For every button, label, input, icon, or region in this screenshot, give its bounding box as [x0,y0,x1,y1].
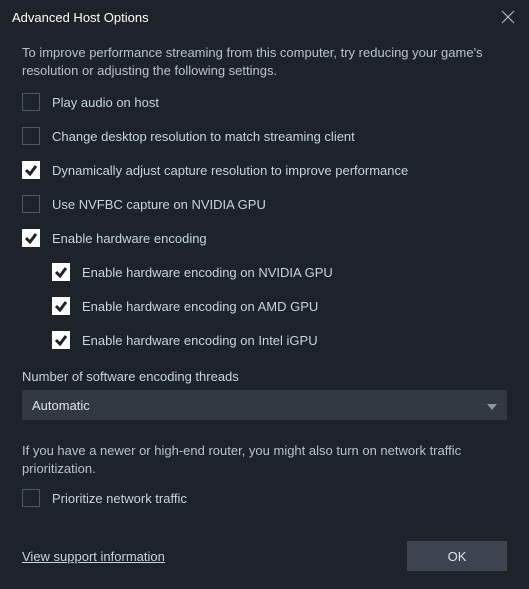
check-icon [24,163,38,177]
checkbox-change-resolution[interactable] [22,127,40,145]
dialog-title: Advanced Host Options [12,10,149,25]
label-change-resolution: Change desktop resolution to match strea… [52,129,355,144]
check-icon [54,333,68,347]
label-hw-nvidia: Enable hardware encoding on NVIDIA GPU [82,265,333,280]
router-note: If you have a newer or high-end router, … [22,442,507,477]
label-prioritize-traffic: Prioritize network traffic [52,491,187,506]
label-hw-intel: Enable hardware encoding on Intel iGPU [82,333,318,348]
checkbox-hw-amd[interactable] [52,297,70,315]
dialog-content: To improve performance streaming from th… [0,30,529,589]
check-icon [24,231,38,245]
check-icon [54,299,68,313]
checkbox-prioritize-traffic[interactable] [22,489,40,507]
dialog-footer: View support information OK [22,541,507,577]
checkbox-dynamic-adjust[interactable] [22,161,40,179]
label-play-audio: Play audio on host [52,95,159,110]
option-nvfbc: Use NVFBC capture on NVIDIA GPU [22,195,507,213]
option-play-audio: Play audio on host [22,93,507,111]
advanced-host-options-dialog: Advanced Host Options To improve perform… [0,0,529,571]
label-hw-amd: Enable hardware encoding on AMD GPU [82,299,318,314]
label-hw-encoding: Enable hardware encoding [52,231,207,246]
close-button[interactable] [499,8,517,26]
checkbox-hw-nvidia[interactable] [52,263,70,281]
option-change-resolution: Change desktop resolution to match strea… [22,127,507,145]
threads-label: Number of software encoding threads [22,369,507,384]
threads-select-value: Automatic [32,398,90,413]
option-hw-nvidia: Enable hardware encoding on NVIDIA GPU [52,263,507,281]
checkbox-hw-intel[interactable] [52,331,70,349]
checkbox-play-audio[interactable] [22,93,40,111]
option-hw-amd: Enable hardware encoding on AMD GPU [52,297,507,315]
close-icon [501,10,515,24]
chevron-down-icon [487,398,497,413]
ok-button[interactable]: OK [407,541,507,571]
checkbox-hw-encoding[interactable] [22,229,40,247]
checkbox-nvfbc[interactable] [22,195,40,213]
option-hw-intel: Enable hardware encoding on Intel iGPU [52,331,507,349]
option-dynamic-adjust: Dynamically adjust capture resolution to… [22,161,507,179]
option-prioritize-traffic: Prioritize network traffic [22,489,507,507]
check-icon [54,265,68,279]
support-link[interactable]: View support information [22,549,165,564]
label-nvfbc: Use NVFBC capture on NVIDIA GPU [52,197,266,212]
threads-select[interactable]: Automatic [22,390,507,420]
label-dynamic-adjust: Dynamically adjust capture resolution to… [52,163,408,178]
titlebar: Advanced Host Options [0,0,529,30]
intro-text: To improve performance streaming from th… [22,44,507,79]
option-hw-encoding: Enable hardware encoding [22,229,507,247]
